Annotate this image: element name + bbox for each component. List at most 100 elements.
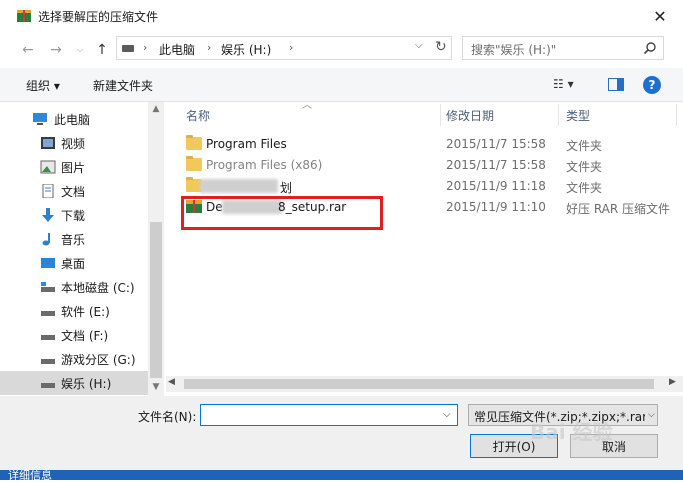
search-icon[interactable]: [643, 41, 657, 55]
nav-item-desktop[interactable]: 桌面: [0, 251, 148, 275]
forward-button[interactable]: →: [46, 40, 66, 60]
folder-icon: [186, 156, 202, 171]
scroll-thumb[interactable]: [150, 222, 162, 378]
file-type: 文件夹: [566, 160, 603, 174]
nav-item-drive-h[interactable]: 娱乐 (H:): [0, 371, 148, 395]
chevron-down-icon: ⌵: [645, 410, 655, 420]
view-options-button[interactable]: ☷ ▾: [553, 77, 574, 91]
horizontal-scrollbar[interactable]: ◀ ▶: [166, 376, 683, 392]
nav-item-label: 文档: [61, 185, 86, 199]
nav-item-label: 软件 (E:): [61, 305, 110, 319]
file-row-program-files-x86[interactable]: Program Files (x86) 2015/11/7 15:58 文件夹: [166, 155, 683, 176]
nav-item-drive-g[interactable]: 游戏分区 (G:): [0, 347, 148, 371]
filename-input[interactable]: ⌵: [200, 404, 458, 426]
nav-item-this-pc[interactable]: 此电脑: [0, 107, 148, 131]
file-row-obscured-folder[interactable]: 划 2015/11/9 11:18 文件夹: [166, 176, 683, 197]
file-list: ︿ 名称 修改日期 类型 Program Files 2015/11/7 15:…: [166, 100, 683, 394]
nav-item-downloads[interactable]: 下载: [0, 203, 148, 227]
nav-item-music[interactable]: 音乐: [0, 227, 148, 251]
music-icon: [42, 233, 50, 246]
watermark: Bai 经验: [530, 420, 613, 444]
drive-icon: [41, 383, 55, 388]
download-icon: [42, 208, 54, 222]
drive-icon: [41, 311, 55, 316]
documents-icon: [42, 184, 54, 198]
computer-icon: [33, 113, 47, 125]
back-button[interactable]: ←: [18, 40, 38, 60]
file-date: 2015/11/9 11:18: [446, 179, 546, 193]
drive-icon: [122, 45, 134, 52]
nav-item-label: 图片: [61, 161, 86, 175]
nav-item-label: 娱乐 (H:): [61, 377, 112, 391]
preview-pane-icon[interactable]: [608, 78, 624, 91]
sort-indicator-icon: ︿: [302, 100, 312, 111]
nav-item-label: 下载: [61, 209, 86, 223]
nav-item-pictures[interactable]: 图片: [0, 155, 148, 179]
nav-item-drive-f[interactable]: 文档 (F:): [0, 323, 148, 347]
close-button[interactable]: ✕: [646, 4, 674, 28]
drive-icon: [41, 335, 55, 340]
file-row-program-files[interactable]: Program Files 2015/11/7 15:58 文件夹: [166, 134, 683, 155]
file-date: 2015/11/9 11:10: [446, 200, 546, 214]
file-date: 2015/11/7 15:58: [446, 137, 546, 151]
breadcrumb-this-pc[interactable]: 此电脑: [159, 41, 195, 58]
nav-item-label: 音乐: [61, 233, 86, 247]
title-bar: 选择要解压的压缩文件 ✕: [0, 0, 683, 32]
file-name: Program Files: [206, 137, 287, 151]
file-name: Program Files (x86): [206, 158, 323, 172]
column-divider[interactable]: [440, 104, 441, 126]
toolbar: 组织 ▾ 新建文件夹 ☷ ▾ ?: [0, 68, 683, 102]
breadcrumb-separator: ›: [143, 41, 148, 54]
nav-item-drive-c[interactable]: 本地磁盘 (C:): [0, 275, 148, 299]
drive-icon: [41, 359, 55, 364]
nav-scrollbar[interactable]: ▲ ▼: [148, 102, 164, 396]
pictures-icon: [40, 160, 56, 174]
organize-button[interactable]: 组织 ▾: [26, 77, 60, 94]
search-placeholder: 搜索"娱乐 (H:)": [471, 43, 557, 57]
file-name: 划: [280, 181, 293, 195]
chevron-down-icon[interactable]: ⌵: [443, 409, 451, 420]
scroll-down-icon[interactable]: ▼: [148, 380, 164, 394]
navigation-pane: 此电脑 视频 图片 文档 下载 音乐 桌面 本地磁盘 (C:) 软件 (E:) …: [0, 102, 164, 396]
scroll-right-icon[interactable]: ▶: [669, 377, 676, 387]
refresh-icon[interactable]: ↻: [435, 39, 447, 55]
nav-item-drive-e[interactable]: 软件 (E:): [0, 299, 148, 323]
file-type: 文件夹: [566, 139, 603, 153]
nav-item-videos[interactable]: 视频: [0, 131, 148, 155]
breadcrumb-separator: ›: [207, 41, 212, 54]
filename-label: 文件名(N):: [138, 410, 197, 424]
nav-item-label: 桌面: [61, 257, 86, 271]
folder-icon: [186, 135, 202, 150]
nav-item-label: 视频: [61, 137, 86, 151]
column-header-name[interactable]: 名称: [186, 107, 210, 124]
file-type: 文件夹: [566, 181, 603, 195]
nav-item-label: 本地磁盘 (C:): [61, 281, 135, 295]
address-dropdown-icon[interactable]: ⌵: [415, 40, 423, 51]
file-date: 2015/11/7 15:58: [446, 158, 546, 172]
nav-item-documents[interactable]: 文档: [0, 179, 148, 203]
desktop-icon: [41, 258, 55, 268]
search-input[interactable]: 搜索"娱乐 (H:)": [462, 36, 664, 60]
details-label: 详细信息: [8, 469, 52, 482]
column-divider[interactable]: [676, 104, 677, 126]
blurred-region: [200, 179, 278, 193]
window-title: 选择要解压的压缩文件: [38, 10, 159, 24]
breadcrumb-drive-h[interactable]: 娱乐 (H:): [221, 41, 271, 58]
scroll-thumb[interactable]: [184, 379, 654, 389]
nav-item-label: 此电脑: [54, 113, 91, 127]
details-bar[interactable]: 详细信息: [0, 469, 683, 482]
drive-icon: [41, 282, 55, 292]
recent-locations-button[interactable]: ⌵: [70, 40, 90, 60]
scroll-left-icon[interactable]: ◀: [168, 377, 175, 387]
help-icon[interactable]: ?: [643, 76, 661, 94]
column-header-type[interactable]: 类型: [566, 107, 590, 124]
address-bar[interactable]: › 此电脑 › 娱乐 (H:) › ⌵ ↻: [116, 36, 452, 60]
up-button[interactable]: ↑: [92, 40, 112, 60]
nav-item-label: 游戏分区 (G:): [61, 353, 136, 367]
column-divider[interactable]: [558, 104, 559, 126]
nav-item-label: 文档 (F:): [61, 329, 109, 343]
new-folder-button[interactable]: 新建文件夹: [93, 77, 153, 94]
column-header-date[interactable]: 修改日期: [446, 107, 494, 124]
annotation-highlight-box: [181, 196, 383, 230]
scroll-up-icon[interactable]: ▲: [148, 102, 164, 116]
